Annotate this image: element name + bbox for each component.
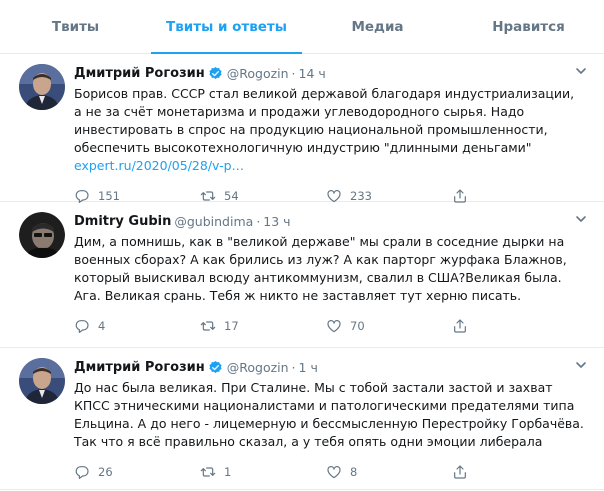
verified-badge-icon xyxy=(209,360,222,373)
share-icon xyxy=(454,319,466,333)
like-button[interactable]: 70 xyxy=(326,318,452,334)
share-icon xyxy=(454,465,466,479)
reply-button[interactable]: 4 xyxy=(74,318,200,334)
timestamp[interactable]: 13 ч xyxy=(263,214,290,229)
tab-media[interactable]: Медиа xyxy=(302,0,453,53)
tab-tweets-and-replies[interactable]: Твиты и ответы xyxy=(151,0,302,54)
reply-icon xyxy=(75,466,89,479)
separator-dot: · xyxy=(291,359,296,375)
author-handle[interactable]: @gubindima xyxy=(174,214,253,229)
tweet[interactable]: Дмитрий Рогозин @Rogozin · 14 ч Борисов … xyxy=(0,54,604,203)
share-button[interactable] xyxy=(452,464,476,480)
retweet-icon xyxy=(200,467,216,477)
separator-dot: · xyxy=(291,65,296,81)
avatar[interactable] xyxy=(19,212,65,258)
avatar[interactable] xyxy=(19,358,65,404)
tab-likes[interactable]: Нравится xyxy=(453,0,604,53)
reply-count: 151 xyxy=(98,189,120,203)
timestamp[interactable]: 1 ч xyxy=(299,360,318,375)
chevron-down-icon[interactable] xyxy=(575,359,587,371)
chevron-down-icon[interactable] xyxy=(575,213,587,225)
timestamp[interactable]: 14 ч xyxy=(299,66,326,81)
like-count: 8 xyxy=(350,465,358,479)
separator-dot: · xyxy=(256,213,261,229)
author-handle[interactable]: @Rogozin xyxy=(227,360,289,375)
retweet-icon xyxy=(200,321,216,331)
retweet-count: 1 xyxy=(224,465,232,479)
tweet[interactable]: Dmitry Gubin @gubindima · 13 ч Дим, а по… xyxy=(0,202,604,348)
tweet-text: Борисов прав. СССР стал великой державой… xyxy=(74,86,575,155)
heart-icon xyxy=(327,465,341,479)
reply-count: 4 xyxy=(98,319,106,333)
like-count: 70 xyxy=(350,319,365,333)
tweet[interactable]: Дмитрий Рогозин @Rogozin · 1 ч До нас бы… xyxy=(0,348,604,490)
share-button[interactable] xyxy=(452,318,476,334)
tab-tweets[interactable]: Твиты xyxy=(0,0,151,53)
avatar[interactable] xyxy=(19,64,65,110)
reply-icon xyxy=(75,320,89,333)
retweet-count: 17 xyxy=(224,319,239,333)
reply-button[interactable]: 26 xyxy=(74,464,200,480)
heart-icon xyxy=(327,319,341,333)
verified-badge-icon xyxy=(209,66,222,79)
retweet-button[interactable]: 17 xyxy=(200,318,326,334)
tweet-actions: 26 1 8 xyxy=(74,462,590,482)
profile-tabs: Твиты Твиты и ответы Медиа Нравится xyxy=(0,0,604,54)
tweet-link[interactable]: expert.ru/2020/05/28/v-p… xyxy=(74,157,590,175)
author-name[interactable]: Dmitry Gubin xyxy=(74,214,171,229)
retweet-count: 54 xyxy=(224,189,239,203)
author-handle[interactable]: @Rogozin xyxy=(227,66,289,81)
author-name[interactable]: Дмитрий Рогозин xyxy=(74,66,205,81)
reply-count: 26 xyxy=(98,465,113,479)
chevron-down-icon[interactable] xyxy=(575,65,587,77)
like-button[interactable]: 8 xyxy=(326,464,452,480)
tweet-text: До нас была великая. При Сталине. Мы с т… xyxy=(74,380,584,449)
tweet-actions: 4 17 70 xyxy=(74,316,590,336)
tweet-text: Дим, а помнишь, как в "великой державе" … xyxy=(74,234,567,303)
retweet-button[interactable]: 1 xyxy=(200,464,326,480)
like-count: 233 xyxy=(350,189,372,203)
author-name[interactable]: Дмитрий Рогозин xyxy=(74,360,205,375)
